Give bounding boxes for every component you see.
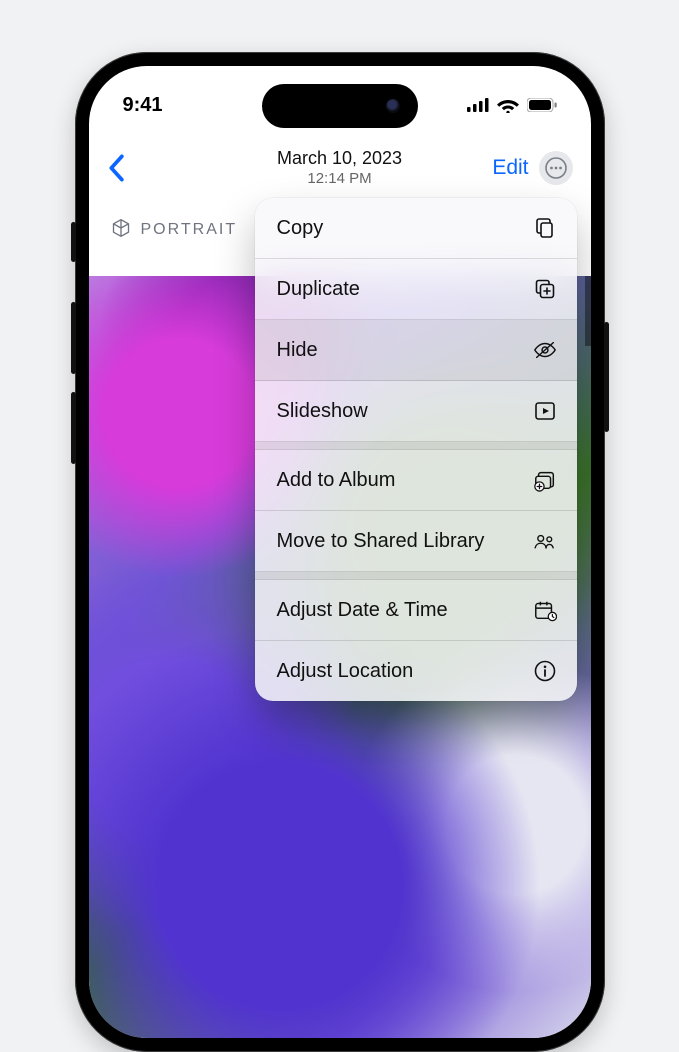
add-to-album-icon [531,468,557,492]
info-icon [531,659,557,683]
menu-adjust-date-time[interactable]: Adjust Date & Time [255,580,577,641]
nav-bar: March 10, 2023 12:14 PM Edit [89,138,591,198]
menu-item-label: Duplicate [277,278,360,301]
dynamic-island [262,84,418,128]
wifi-icon [497,97,519,113]
menu-slideshow[interactable]: Slideshow [255,381,577,442]
actions-menu: Copy Duplicate Hide Slideshow [255,198,577,701]
portrait-label: PORTRAIT [141,221,238,239]
menu-separator [255,442,577,450]
menu-hide[interactable]: Hide [255,320,577,381]
menu-item-label: Copy [277,217,324,240]
status-time: 9:41 [123,94,163,117]
edit-button[interactable]: Edit [492,156,528,180]
shared-library-icon [531,529,557,553]
cellular-icon [467,98,489,112]
menu-item-label: Hide [277,339,318,362]
slideshow-icon [531,399,557,423]
menu-move-to-shared-library[interactable]: Move to Shared Library [255,511,577,572]
menu-item-label: Add to Album [277,469,396,492]
menu-separator [255,572,577,580]
menu-duplicate[interactable]: Duplicate [255,259,577,320]
duplicate-icon [531,277,557,301]
menu-adjust-location[interactable]: Adjust Location [255,641,577,701]
calendar-icon [531,598,557,622]
more-button[interactable] [539,151,573,185]
copy-icon [531,216,557,240]
menu-add-to-album[interactable]: Add to Album [255,450,577,511]
hide-icon [531,338,557,362]
screen: 9:41 March 10, 2023 12:14 PM [89,66,591,1038]
battery-icon [527,98,557,112]
photo-time: 12:14 PM [277,170,402,188]
menu-item-label: Slideshow [277,400,368,423]
menu-copy[interactable]: Copy [255,198,577,259]
back-button[interactable] [107,154,125,182]
menu-item-label: Move to Shared Library [277,530,485,553]
photo-date: March 10, 2023 [277,148,402,170]
iphone-frame: 9:41 March 10, 2023 12:14 PM [75,52,605,1052]
nav-title: March 10, 2023 12:14 PM [277,148,402,188]
cube-icon [111,218,131,243]
menu-item-label: Adjust Location [277,660,414,683]
menu-item-label: Adjust Date & Time [277,599,448,622]
